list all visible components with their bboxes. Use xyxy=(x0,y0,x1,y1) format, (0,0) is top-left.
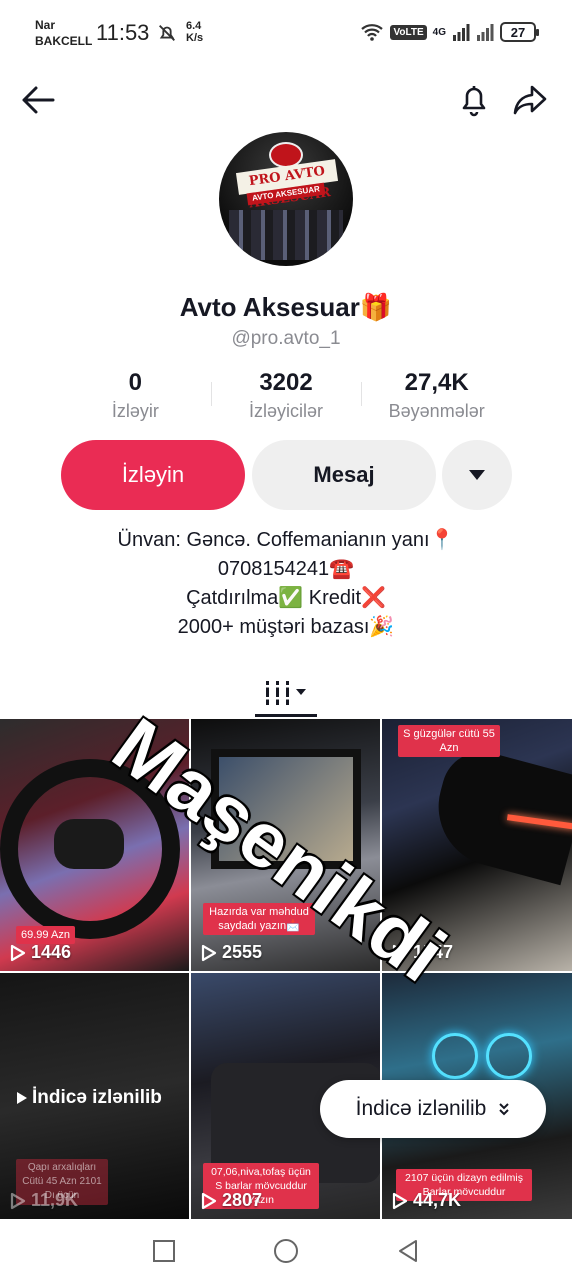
just-watched-pill-label: İndicə izlənilib xyxy=(355,1097,487,1120)
video-view-count: 2555 xyxy=(222,942,263,962)
clock: 11:53 xyxy=(96,20,150,45)
stat-followers[interactable]: 3202 İzləyicilər xyxy=(210,368,362,428)
video-price-tag: S güzgülər cütü 55 Azn xyxy=(398,725,500,757)
video-views: 1446 xyxy=(10,942,71,963)
profile-name: Avto Aksesuar🎁 xyxy=(179,292,393,322)
side-mirror-image xyxy=(425,742,572,886)
volte-badge: VoLTE xyxy=(390,24,427,40)
video-views: 2555 xyxy=(201,942,262,963)
gauge-right xyxy=(486,1033,532,1079)
message-button[interactable]: Mesaj xyxy=(252,440,436,510)
video-thumbnail-just-watched[interactable]: İndicə izlənilib Qapı arxalıqları Cütü 4… xyxy=(0,973,189,1219)
carrier-line-1: Nar xyxy=(35,18,56,32)
video-views: 44,7K xyxy=(392,1190,461,1211)
profile-stats: 0 İzləyir 3202 İzləyicilər 27,4K Bəyənmə… xyxy=(60,368,512,428)
stat-likes-value: 27,4K xyxy=(404,369,469,396)
video-thumbnail[interactable]: S güzgülər cütü 55 Azn 1547 xyxy=(382,719,572,971)
stat-followers-value: 3202 xyxy=(259,369,313,396)
play-icon xyxy=(392,944,408,961)
tab-videos[interactable] xyxy=(255,666,317,718)
stat-followers-label: İzləyicilər xyxy=(249,401,324,421)
just-watched-label: İndicə izlənilib xyxy=(16,1087,162,1109)
profile-actions: İzləyin Mesaj xyxy=(61,440,512,510)
signal-icon xyxy=(453,24,470,41)
status-icons: VoLTE 4G 27 xyxy=(360,20,539,44)
stat-likes[interactable]: 27,4K Bəyənmələr xyxy=(361,368,512,428)
system-back-button[interactable] xyxy=(393,1236,423,1266)
network-speed-unit: K/s xyxy=(186,32,204,44)
stat-following-value: 0 xyxy=(128,369,143,396)
stat-following-label: İzləyir xyxy=(111,401,159,421)
network-speed-value: 6.4 xyxy=(186,20,202,32)
play-icon xyxy=(392,1192,408,1209)
top-nav xyxy=(0,78,572,126)
video-views: 11,9K xyxy=(10,1190,78,1211)
video-thumbnail[interactable]: 69.99 Azn 1446 xyxy=(0,719,189,971)
stat-following[interactable]: 0 İzləyir xyxy=(60,368,211,428)
video-views: 1547 xyxy=(392,942,453,963)
content-tabs xyxy=(0,666,572,718)
dashboard-gauges-image xyxy=(432,1033,532,1083)
play-icon xyxy=(201,944,217,961)
video-views: 2807 xyxy=(201,1190,262,1211)
battery-icon: 27 xyxy=(500,22,539,42)
signal-2-icon xyxy=(477,24,494,41)
video-grid: 69.99 Azn 1446 Hazırda var məhdud saydad… xyxy=(0,719,572,1219)
video-caption-tag: Hazırda var məhdud saydadı yazın📩 xyxy=(203,903,315,935)
car-stereo-image xyxy=(211,749,361,869)
video-view-count: 11,9K xyxy=(31,1190,79,1210)
double-chevron-down-icon xyxy=(499,1103,510,1116)
caret-down-icon xyxy=(469,470,485,480)
profile-avatar[interactable]: PRO AVTO AKSESUAR AVTO AKSESUAR xyxy=(219,132,353,266)
network-type: 4G xyxy=(432,26,446,38)
share-button[interactable] xyxy=(508,78,552,122)
steering-wheel-hub xyxy=(54,819,124,869)
bio-line-delivery: Çatdırılma✅ Kredit❌ xyxy=(186,587,386,609)
bio-line-address: Ünvan: Gəncə. Coffemanianın yanı📍 xyxy=(117,529,455,551)
network-speed: 6.4 K/s xyxy=(186,20,203,44)
video-view-count: 2807 xyxy=(222,1190,263,1210)
suggested-accounts-button[interactable] xyxy=(442,440,512,510)
status-bar: Nar BAKCELL 11:53 6.4 K/s VoLTE 4G 27 xyxy=(0,0,572,62)
just-watched-pill[interactable]: İndicə izlənilib xyxy=(320,1080,546,1138)
carrier-name: Nar BAKCELL xyxy=(35,17,92,49)
system-nav-bar xyxy=(0,1220,572,1280)
triangle-back-icon xyxy=(399,1240,417,1262)
stat-likes-label: Bəyənmələr xyxy=(388,401,485,421)
video-view-count: 1547 xyxy=(413,942,454,962)
follow-button[interactable]: İzləyin xyxy=(61,440,245,510)
tab-active-indicator xyxy=(255,714,317,717)
home-button[interactable] xyxy=(271,1236,301,1266)
bell-icon xyxy=(462,86,486,117)
video-view-count: 1446 xyxy=(31,942,72,962)
play-icon xyxy=(10,944,26,961)
carrier-line-2: BAKCELL xyxy=(35,34,93,48)
bio-line-customers: 2000+ müştəri bazası🎉 xyxy=(177,616,395,638)
video-thumbnail[interactable]: Hazırda var məhdud saydadı yazın📩 2555 xyxy=(191,719,380,971)
just-watched-text: İndicə izlənilib xyxy=(32,1087,162,1108)
profile-bio: Ünvan: Gəncə. Coffemanianın yanı📍 070815… xyxy=(0,526,572,642)
wifi-icon xyxy=(361,24,384,41)
profile-handle: @pro.avto_1 xyxy=(231,328,341,349)
bio-line-phone[interactable]: 0708154241☎️ xyxy=(0,555,572,584)
square-icon xyxy=(153,1240,175,1262)
circle-icon xyxy=(274,1239,298,1263)
play-filled-icon xyxy=(17,1092,27,1104)
avatar-shop-front xyxy=(229,210,343,260)
arrow-left-icon xyxy=(22,86,55,114)
bell-muted-icon xyxy=(159,25,175,41)
back-button[interactable] xyxy=(16,78,60,122)
play-icon xyxy=(201,1192,217,1209)
play-icon xyxy=(10,1192,26,1209)
battery-level: 27 xyxy=(510,24,526,40)
video-view-count: 44,7K xyxy=(413,1190,462,1210)
recents-button[interactable] xyxy=(149,1236,179,1266)
share-icon xyxy=(513,85,547,115)
gauge-left xyxy=(432,1033,478,1079)
notification-button[interactable] xyxy=(452,78,496,122)
grid-videos-icon xyxy=(264,681,306,705)
